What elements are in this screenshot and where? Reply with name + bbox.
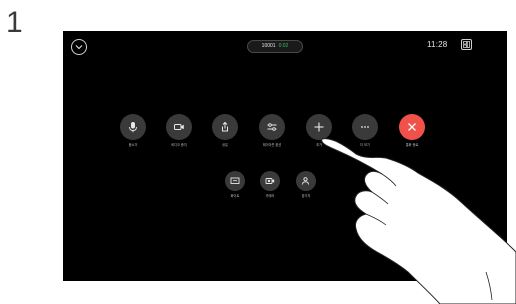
mute-button[interactable]: 음소거 xyxy=(113,114,153,147)
illustration-page: 1 10001 0:02 11:28 음소거 비디오 중지 공유 레이아웃 옵션… xyxy=(0,0,516,304)
more-button[interactable]: 더 보기 xyxy=(345,114,385,147)
video-camera-icon xyxy=(166,114,192,140)
layout-options-button[interactable]: 레이아웃 옵션 xyxy=(252,114,292,147)
sliders-icon xyxy=(259,114,285,140)
close-icon xyxy=(399,114,425,140)
whiteboard-label: 화이트 xyxy=(230,194,240,198)
camera-label: 카메라 xyxy=(265,194,275,198)
step-number: 1 xyxy=(6,6,23,39)
whiteboard-icon xyxy=(225,171,245,191)
layout-options-label: 레이아웃 옵션 xyxy=(262,143,282,147)
share-icon xyxy=(212,114,238,140)
share-button[interactable]: 공유 xyxy=(205,114,245,147)
stop-video-button[interactable]: 비디오 중지 xyxy=(159,114,199,147)
mute-label: 음소거 xyxy=(128,143,138,147)
end-call-label: 통화 종료 xyxy=(405,143,419,147)
chevron-down-icon[interactable] xyxy=(71,39,87,55)
ellipsis-icon xyxy=(352,114,378,140)
participants-label: 참가자 xyxy=(301,194,311,198)
participants-icon xyxy=(296,171,316,191)
layout-icon[interactable] xyxy=(461,39,472,50)
call-status-pill[interactable]: 10001 0:02 xyxy=(247,40,303,53)
plus-icon xyxy=(306,114,332,140)
add-label: 추가 xyxy=(316,143,322,147)
clock: 11:28 xyxy=(427,40,448,49)
microphone-icon xyxy=(120,114,146,140)
whiteboard-button[interactable]: 화이트 xyxy=(215,171,255,198)
camera-button[interactable]: 카메라 xyxy=(250,171,290,198)
more-label: 더 보기 xyxy=(360,143,370,147)
participants-button[interactable]: 참가자 xyxy=(286,171,326,198)
add-button[interactable]: 추가 xyxy=(299,114,339,147)
share-label: 공유 xyxy=(222,143,228,147)
end-call-button[interactable]: 통화 종료 xyxy=(392,114,432,147)
camera-icon xyxy=(260,171,280,191)
call-duration: 0:02 xyxy=(278,43,289,49)
stop-video-label: 비디오 중지 xyxy=(171,143,187,147)
device-screen: 10001 0:02 11:28 음소거 비디오 중지 공유 레이아웃 옵션 추… xyxy=(63,31,507,281)
call-number: 10001 xyxy=(261,43,276,49)
